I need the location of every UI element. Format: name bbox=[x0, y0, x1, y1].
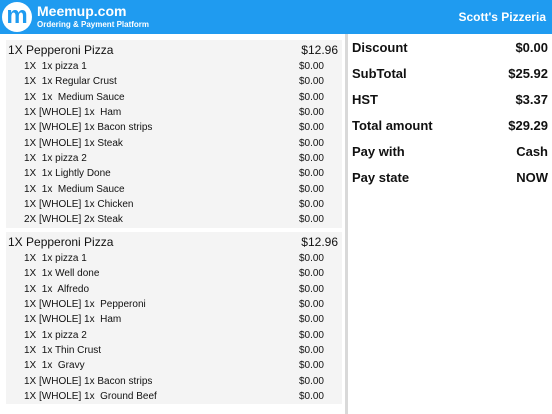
summary-value: $25.92 bbox=[508, 66, 548, 81]
summary-row-pay-with: Pay with Cash bbox=[348, 138, 552, 164]
order-item-name: 1X Pepperoni Pizza bbox=[8, 235, 114, 249]
modifier-amount: $0.00 bbox=[298, 283, 324, 295]
modifier-line: 1X [WHOLE] 1x Ham $0.00 bbox=[6, 105, 342, 120]
modifier-line: 1X 1x Alfredo $0.00 bbox=[6, 282, 342, 297]
order-item: 1X Pepperoni Pizza $12.96 1X 1x pizza 1 $… bbox=[6, 232, 342, 405]
modifier-amount: $0.00 bbox=[298, 91, 324, 103]
summary-row-pay-state: Pay state NOW bbox=[348, 164, 552, 190]
modifier-line: 1X [WHOLE] 1x Chicken $0.00 bbox=[6, 197, 342, 212]
modifier-amount: $0.00 bbox=[298, 153, 324, 165]
modifier-amount: $0.00 bbox=[298, 168, 324, 180]
summary-value: Cash bbox=[516, 144, 548, 159]
brand-title: Meemup.com bbox=[37, 3, 127, 19]
modifier-amount: $0.00 bbox=[298, 299, 324, 311]
modifier-amount: $0.00 bbox=[298, 268, 324, 280]
summary-key: Discount bbox=[352, 40, 408, 55]
order-items-panel[interactable]: 1X Pepperoni Pizza $12.96 1X 1x pizza 1 $… bbox=[0, 34, 345, 414]
modifier-line: 1X 1x pizza 1 $0.00 bbox=[6, 59, 342, 74]
modifier-label: 1X [WHOLE] 1x Ham bbox=[24, 107, 122, 119]
modifier-label: 1X 1x Medium Sauce bbox=[24, 91, 125, 103]
modifier-line: 1X [WHOLE] 1x Pepperoni $0.00 bbox=[6, 297, 342, 312]
summary-key: Pay state bbox=[352, 170, 410, 185]
summary-key: Total amount bbox=[352, 118, 433, 133]
brand-subtitle: Ordering & Payment Platform bbox=[37, 20, 150, 29]
modifier-line: 1X 1x Gravy $0.00 bbox=[6, 358, 342, 373]
summary-value: $3.37 bbox=[515, 92, 548, 107]
modifier-label: 1X [WHOLE] 1x Steak bbox=[24, 137, 123, 149]
modifier-label: 1X 1x Well done bbox=[24, 268, 100, 280]
summary-row-hst: HST $3.37 bbox=[348, 86, 552, 112]
modifier-amount: $0.00 bbox=[298, 107, 324, 119]
modifier-amount: $0.00 bbox=[298, 137, 324, 149]
modifier-line: 1X 1x pizza 2 $0.00 bbox=[6, 328, 342, 343]
summary-value: $29.29 bbox=[508, 118, 548, 133]
modifier-amount: $0.00 bbox=[298, 345, 324, 357]
modifier-label: 1X 1x Thin Crust bbox=[24, 345, 102, 357]
modifier-label: 1X 1x Regular Crust bbox=[24, 76, 117, 88]
summary-key: SubTotal bbox=[352, 66, 407, 81]
modifier-line: 1X [WHOLE] 1x Bacon strips $0.00 bbox=[6, 120, 342, 135]
summary-row-subtotal: SubTotal $25.92 bbox=[348, 60, 552, 86]
order-item-price: $12.96 bbox=[301, 235, 338, 249]
modifier-line: 1X 1x Medium Sauce $0.00 bbox=[6, 182, 342, 197]
modifier-label: 1X 1x pizza 1 bbox=[24, 61, 87, 72]
modifier-line: 2X [WHOLE] 2x Steak $0.00 bbox=[6, 212, 342, 227]
app-header: m Meemup.com Ordering & Payment Platform… bbox=[0, 0, 552, 34]
modifier-amount: $0.00 bbox=[298, 391, 324, 403]
modifier-label: 1X 1x Lightly Done bbox=[24, 168, 111, 180]
modifier-amount: $0.00 bbox=[298, 360, 324, 372]
modifier-amount: $0.00 bbox=[298, 199, 324, 211]
modifier-label: 1X [WHOLE] 1x Ham bbox=[24, 314, 122, 326]
logo-letter: m bbox=[6, 1, 28, 29]
modifier-line: 1X [WHOLE] 1x Ground Beef $0.00 bbox=[6, 389, 342, 404]
modifier-line: 1X 1x Medium Sauce $0.00 bbox=[6, 90, 342, 105]
store-name: Scott's Pizzeria bbox=[458, 10, 546, 24]
modifier-line: 1X [WHOLE] 1x Steak $0.00 bbox=[6, 136, 342, 151]
summary-key: Pay with bbox=[352, 144, 405, 159]
summary-value: NOW bbox=[516, 170, 548, 185]
modifier-label: 1X [WHOLE] 1x Bacon strips bbox=[24, 375, 153, 387]
modifier-label: 1X [WHOLE] 1x Pepperoni bbox=[24, 299, 146, 311]
modifier-label: 1X 1x pizza 2 bbox=[24, 153, 87, 165]
modifier-amount: $0.00 bbox=[298, 183, 324, 195]
modifier-label: 1X [WHOLE] 1x Ground Beef bbox=[24, 391, 157, 403]
summary-key: HST bbox=[352, 92, 378, 107]
modifier-line: 1X 1x Regular Crust $0.00 bbox=[6, 74, 342, 89]
modifier-line: 1X 1x Thin Crust $0.00 bbox=[6, 343, 342, 358]
order-item: 1X Pepperoni Pizza $12.96 1X 1x pizza 1 $… bbox=[6, 40, 342, 228]
modifier-amount: $0.00 bbox=[298, 314, 324, 326]
modifier-line: 1X 1x pizza 1 $0.00 bbox=[6, 251, 342, 266]
modifier-line: 1X 1x pizza 2 $0.00 bbox=[6, 151, 342, 166]
modifier-amount: $0.00 bbox=[298, 329, 324, 341]
summary-row-discount: Discount $0.00 bbox=[348, 34, 552, 60]
modifier-label: 1X 1x Alfredo bbox=[24, 283, 90, 295]
modifier-label: 1X 1x pizza 2 bbox=[24, 329, 87, 341]
order-item-header: 1X Pepperoni Pizza $12.96 bbox=[6, 232, 342, 251]
order-item-header: 1X Pepperoni Pizza $12.96 bbox=[6, 40, 342, 59]
modifier-label: 2X [WHOLE] 2x Steak bbox=[24, 214, 123, 226]
modifier-amount: $0.00 bbox=[298, 122, 324, 134]
modifier-line: 1X 1x Lightly Done $0.00 bbox=[6, 166, 342, 181]
modifier-label: 1X 1x Medium Sauce bbox=[24, 183, 125, 195]
summary-value: $0.00 bbox=[515, 40, 548, 55]
modifier-amount: $0.00 bbox=[298, 375, 324, 387]
modifier-line: 1X [WHOLE] 1x Ham $0.00 bbox=[6, 312, 342, 327]
modifier-label: 1X 1x Gravy bbox=[24, 360, 85, 372]
modifier-amount: $0.00 bbox=[298, 76, 324, 88]
modifier-label: 1X [WHOLE] 1x Chicken bbox=[24, 199, 134, 211]
modifier-label: 1X 1x pizza 1 bbox=[24, 253, 87, 264]
modifier-line: 1X 1x Well done $0.00 bbox=[6, 266, 342, 281]
summary-row-total-amount: Total amount $29.29 bbox=[348, 112, 552, 138]
payment-summary-panel: Discount $0.00 SubTotal $25.92 HST $3.37… bbox=[348, 34, 552, 414]
modifier-line: 1X [WHOLE] 1x Bacon strips $0.00 bbox=[6, 374, 342, 389]
order-item-price: $12.96 bbox=[301, 43, 338, 57]
modifier-amount: $0.00 bbox=[298, 61, 324, 72]
modifier-amount: $0.00 bbox=[298, 214, 324, 226]
order-item-name: 1X Pepperoni Pizza bbox=[8, 43, 114, 57]
modifier-amount: $0.00 bbox=[298, 253, 324, 264]
meemup-logo-icon: m bbox=[2, 2, 32, 32]
modifier-label: 1X [WHOLE] 1x Bacon strips bbox=[24, 122, 153, 134]
